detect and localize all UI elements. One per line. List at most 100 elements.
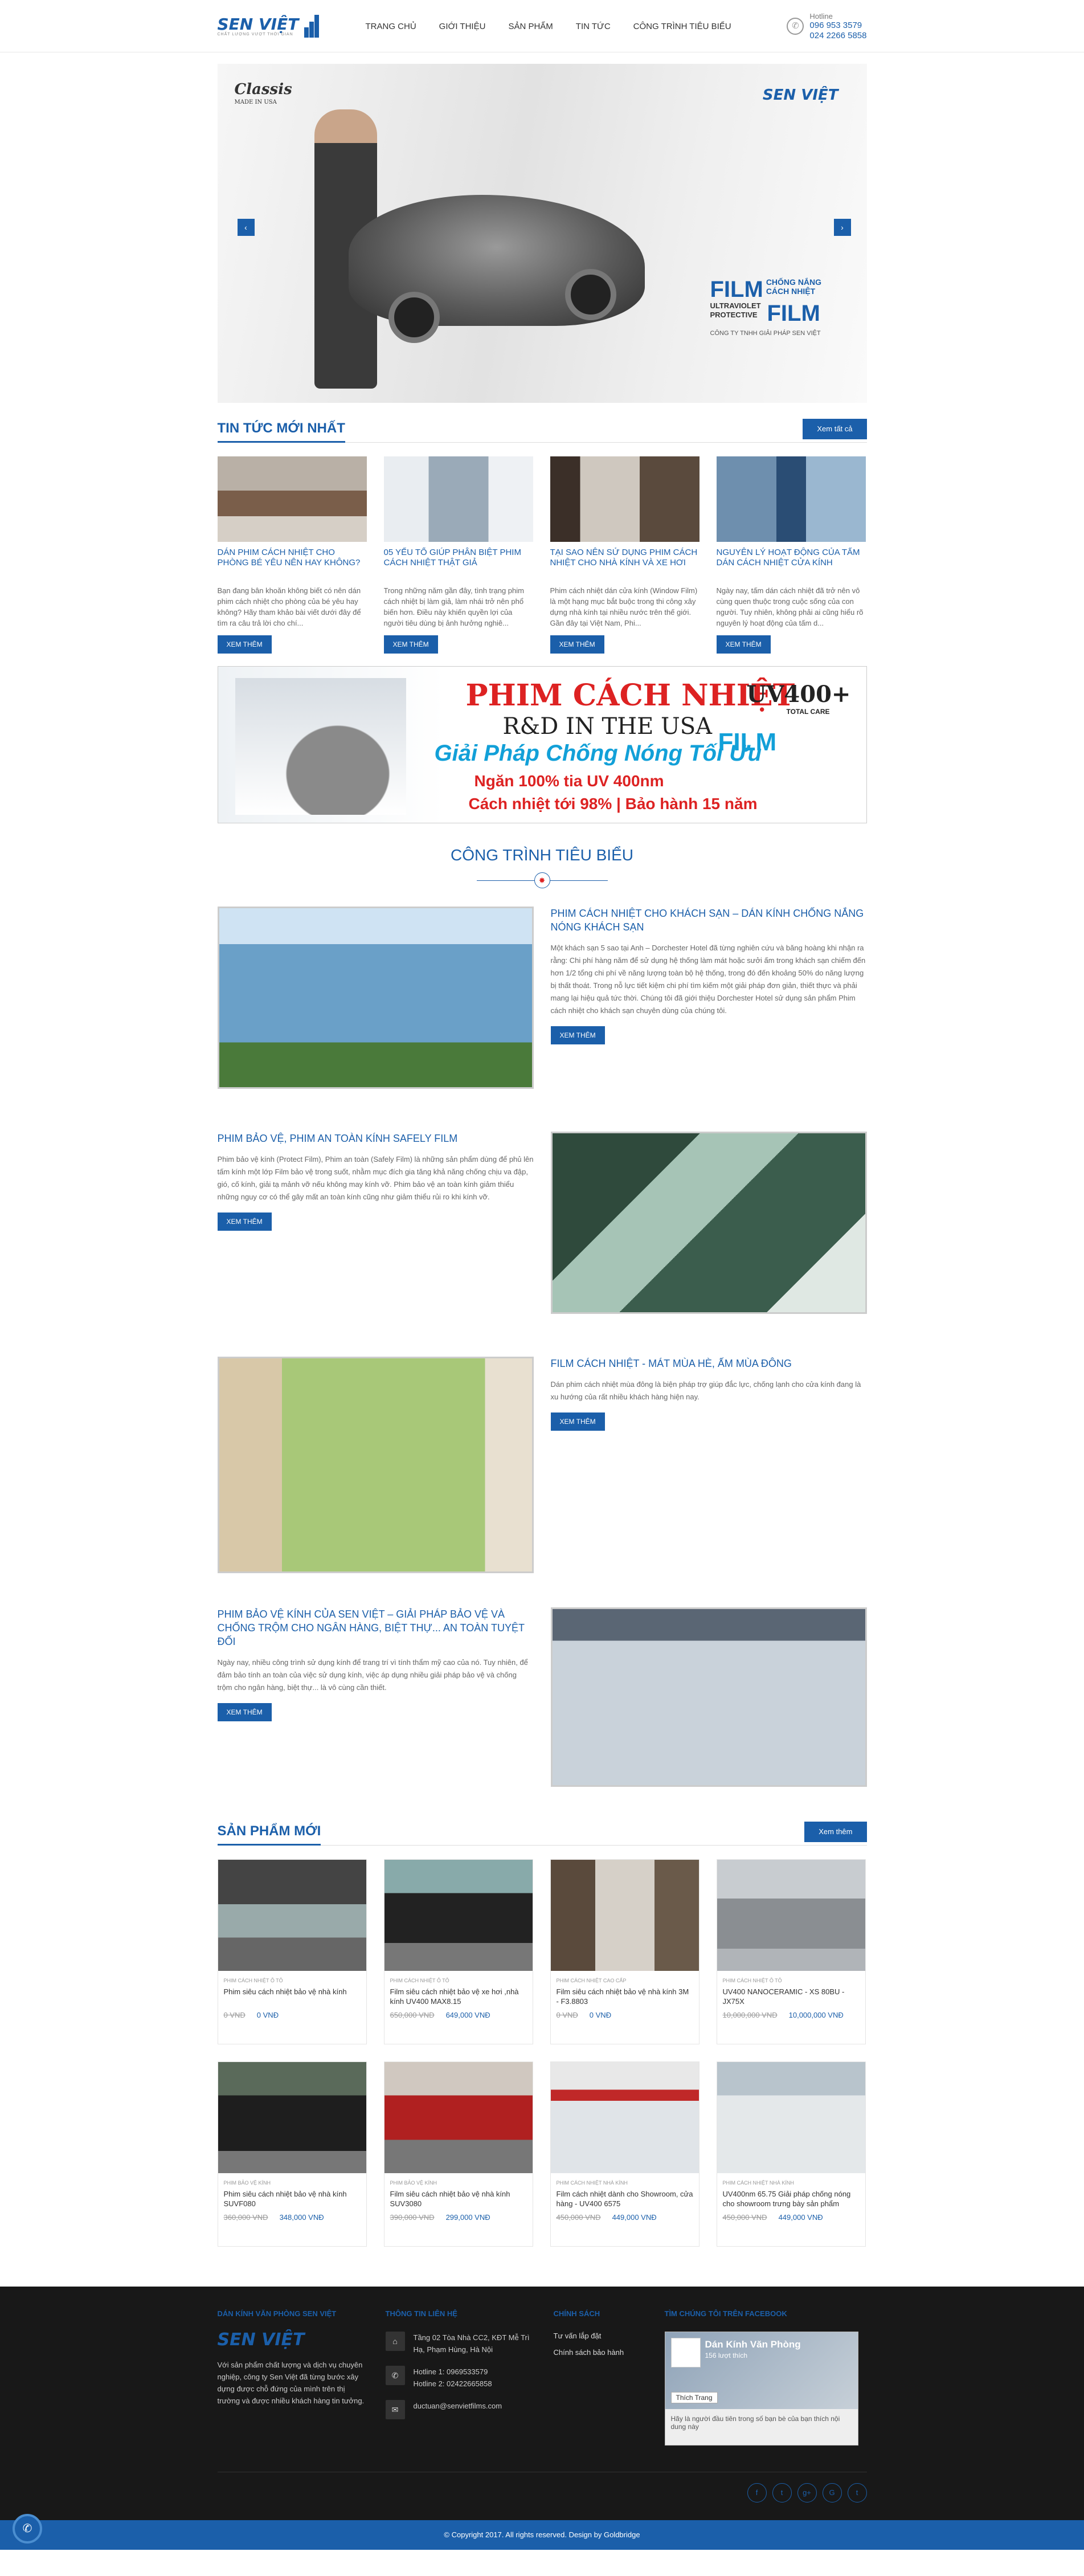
footer-link-warranty[interactable]: Chính sách bảo hành bbox=[554, 2348, 648, 2357]
banner-feature-2: Cách nhiệt tới 98% | Bảo hành 15 năm bbox=[468, 795, 758, 813]
product-price: 649,000 VNĐ bbox=[445, 2011, 490, 2019]
project-item: PHIM CÁCH NHIỆT CHO KHÁCH SẠN – DÁN KÍNH… bbox=[217, 907, 867, 1109]
banner-title: PHIM CÁCH NHIỆT bbox=[465, 678, 795, 713]
product-name[interactable]: Phim siêu cách nhiệt bảo vệ nhà kính bbox=[224, 1987, 361, 2007]
project-image[interactable] bbox=[550, 1607, 867, 1787]
news-thumbnail[interactable] bbox=[217, 456, 367, 542]
hotline-number-2: 024 2266 5858 bbox=[809, 31, 867, 40]
news-title-link[interactable]: DÁN PHIM CÁCH NHIỆT CHO PHÒNG BÉ YÊU NÊN… bbox=[218, 548, 367, 581]
project-read-more-button[interactable]: XEM THÊM bbox=[217, 1703, 272, 1721]
product-card[interactable]: PHIM CÁCH NHIỆT CAO CẤP Film siêu cách n… bbox=[550, 1859, 700, 2044]
logo-mark-icon bbox=[303, 15, 320, 38]
nav-products[interactable]: SẢN PHẨM bbox=[497, 22, 564, 31]
footer-hotline-1[interactable]: Hotline 1: 0969533579 bbox=[414, 2367, 488, 2376]
news-read-more-button[interactable]: XEM THÊM bbox=[550, 635, 604, 654]
product-card[interactable]: PHIM CÁCH NHIỆT Ô TÔ UV400 NANOCERAMIC -… bbox=[716, 1859, 866, 2044]
news-card[interactable]: DÁN PHIM CÁCH NHIỆT CHO PHÒNG BÉ YÊU NÊN… bbox=[217, 456, 367, 654]
news-view-all-button[interactable]: Xem tất cả bbox=[803, 418, 867, 439]
news-thumbnail[interactable] bbox=[383, 456, 533, 542]
project-title[interactable]: PHIM BẢO VỆ KÍNH CỦA SEN VIỆT – GIẢI PHÁ… bbox=[218, 1607, 534, 1648]
nav-home[interactable]: TRANG CHỦ bbox=[354, 22, 428, 31]
twitter-icon[interactable]: t bbox=[772, 2483, 792, 2502]
footer-link-install[interactable]: Tư vấn lắp đặt bbox=[554, 2332, 648, 2340]
project-read-more-button[interactable]: XEM THÊM bbox=[550, 1026, 605, 1044]
product-card[interactable]: PHIM BẢO VỆ KÍNH Film siêu cách nhiệt bả… bbox=[383, 2061, 533, 2247]
product-old-price: 450,000 VNĐ bbox=[722, 2213, 767, 2222]
hotline[interactable]: ✆ Hotline 096 953 3579 024 2266 5858 bbox=[787, 11, 867, 41]
product-old-price: 360,000 VNĐ bbox=[223, 2213, 268, 2222]
news-title-link[interactable]: NGUYÊN LÝ HOẠT ĐỘNG CỦA TẤM DÁN CÁCH NHI… bbox=[717, 548, 866, 581]
product-image[interactable] bbox=[218, 2062, 366, 2173]
project-read-more-button[interactable]: XEM THÊM bbox=[550, 1412, 605, 1431]
product-card[interactable]: PHIM BẢO VỆ KÍNH Phim siêu cách nhiệt bả… bbox=[217, 2061, 367, 2247]
footer-contact-title: THÔNG TIN LIÊN HỆ bbox=[385, 2309, 457, 2318]
product-card[interactable]: PHIM CÁCH NHIỆT Ô TÔ Film siêu cách nhiệ… bbox=[383, 1859, 533, 2044]
main-nav: TRANG CHỦ GIỚI THIỆU SẢN PHẨM TIN TỨC CÔ… bbox=[354, 22, 743, 31]
product-card[interactable]: PHIM CÁCH NHIỆT Ô TÔ Phim siêu cách nhiệ… bbox=[217, 1859, 367, 2044]
news-card[interactable]: NGUYÊN LÝ HOẠT ĐỘNG CỦA TẤM DÁN CÁCH NHI… bbox=[716, 456, 866, 654]
project-item: PHIM BẢO VỆ KÍNH CỦA SEN VIỆT – GIẢI PHÁ… bbox=[217, 1607, 867, 1801]
news-thumbnail[interactable] bbox=[550, 456, 700, 542]
footer-email[interactable]: ductuan@senvietfilms.com bbox=[414, 2400, 502, 2419]
footer-hotline-2[interactable]: Hotline 2: 02422665858 bbox=[414, 2379, 492, 2388]
product-name[interactable]: UV400nm 65.75 Giải pháp chống nóng cho s… bbox=[723, 2189, 860, 2210]
nav-projects[interactable]: CÔNG TRÌNH TIÊU BIỂU bbox=[622, 22, 743, 31]
news-title-link[interactable]: 05 YẾU TỐ GIÚP PHÂN BIỆT PHIM CÁCH NHIỆT… bbox=[384, 548, 533, 581]
facebook-like-button[interactable]: Thích Trang bbox=[670, 2392, 718, 2403]
news-excerpt: Phim cách nhiệt dán cửa kính (Window Fil… bbox=[550, 586, 698, 627]
product-image[interactable] bbox=[218, 1860, 366, 1971]
star-icon: ✸ bbox=[534, 872, 550, 888]
footer-logo[interactable]: SEN VIỆT bbox=[218, 2332, 369, 2349]
product-name[interactable]: Phim siêu cách nhiệt bảo vệ nhà kính SUV… bbox=[224, 2189, 361, 2210]
news-read-more-button[interactable]: XEM THÊM bbox=[217, 635, 272, 654]
product-image[interactable] bbox=[384, 2062, 533, 2173]
product-image[interactable] bbox=[550, 1860, 699, 1971]
product-price: 10,000,000 VNĐ bbox=[788, 2011, 844, 2019]
projects-title: CÔNG TRÌNH TIÊU BIỂU bbox=[450, 846, 633, 864]
product-name[interactable]: UV400 NANOCERAMIC - XS 80BU - JX75X bbox=[723, 1987, 860, 2007]
product-image[interactable] bbox=[384, 1860, 533, 1971]
products-more-button[interactable]: Xem thêm bbox=[804, 1821, 867, 1842]
product-name[interactable]: Film siêu cách nhiệt bảo vệ nhà kính 3M … bbox=[557, 1987, 693, 2007]
project-image[interactable] bbox=[217, 907, 534, 1089]
product-name[interactable]: Film siêu cách nhiệt bảo vệ nhà kính SUV… bbox=[390, 2189, 527, 2210]
facebook-note: Hãy là người đầu tiên trong số bạn bè củ… bbox=[670, 2415, 840, 2431]
product-image[interactable] bbox=[717, 2062, 865, 2173]
project-image[interactable] bbox=[217, 1357, 534, 1573]
facebook-page-avatar bbox=[670, 2338, 701, 2367]
product-old-price: 0 VNĐ bbox=[223, 2011, 246, 2019]
news-read-more-button[interactable]: XEM THÊM bbox=[383, 635, 438, 654]
project-title[interactable]: FILM CÁCH NHIỆT - MÁT MÙA HÈ, ẤM MÙA ĐÔN… bbox=[551, 1357, 867, 1370]
news-read-more-button[interactable]: XEM THÊM bbox=[716, 635, 771, 654]
project-read-more-button[interactable]: XEM THÊM bbox=[217, 1213, 272, 1231]
news-title-link[interactable]: TẠI SAO NÊN SỬ DỤNG PHIM CÁCH NHIỆT CHO … bbox=[550, 548, 700, 581]
nav-news[interactable]: TIN TỨC bbox=[565, 22, 622, 31]
site-footer: DÁN KÍNH VĂN PHÒNG SEN VIỆT SEN VIỆT Với… bbox=[0, 2287, 1084, 2520]
facebook-icon[interactable]: f bbox=[747, 2483, 767, 2502]
project-desc: Phim bảo vệ kính (Protect Film), Phim an… bbox=[217, 1155, 534, 1201]
tumblr-icon[interactable]: t bbox=[847, 2483, 867, 2502]
slider-prev-button[interactable]: ‹ bbox=[237, 219, 255, 236]
news-card[interactable]: 05 YẾU TỐ GIÚP PHÂN BIỆT PHIM CÁCH NHIỆT… bbox=[383, 456, 533, 654]
slider-next-button[interactable]: › bbox=[833, 219, 851, 236]
footer-about-text: Với sản phẩm chất lượng và dịch vụ chuyê… bbox=[217, 2361, 365, 2405]
facebook-page-name[interactable]: Dán Kính Văn Phòng bbox=[705, 2339, 801, 2350]
googleplus-icon[interactable]: g+ bbox=[797, 2483, 817, 2502]
site-logo[interactable]: SEN VIỆT CHẤT LƯỢNG VƯỢT THỜI GIAN bbox=[218, 15, 343, 38]
product-card[interactable]: PHIM CÁCH NHIỆT NHÀ KÍNH UV400nm 65.75 G… bbox=[716, 2061, 866, 2247]
promo-banner[interactable]: PHIM CÁCH NHIỆT R&D IN THE USA Giải Pháp… bbox=[217, 666, 867, 823]
product-image[interactable] bbox=[717, 1860, 865, 1971]
project-title[interactable]: PHIM BẢO VỆ, PHIM AN TOÀN KÍNH SAFELY FI… bbox=[218, 1132, 534, 1145]
news-thumbnail[interactable] bbox=[716, 456, 866, 542]
news-card[interactable]: TẠI SAO NÊN SỬ DỤNG PHIM CÁCH NHIỆT CHO … bbox=[550, 456, 700, 654]
google-icon[interactable]: G bbox=[822, 2483, 842, 2502]
floating-call-button[interactable]: ✆ bbox=[13, 2514, 42, 2544]
facebook-widget[interactable]: Dán Kính Văn Phòng 156 lượt thích Thích … bbox=[664, 2332, 858, 2446]
product-card[interactable]: PHIM CÁCH NHIỆT NHÀ KÍNH Film cách nhiệt… bbox=[550, 2061, 700, 2247]
project-image[interactable] bbox=[550, 1132, 867, 1314]
product-image[interactable] bbox=[550, 2062, 699, 2173]
product-name[interactable]: Film cách nhiệt dành cho Showroom, cửa h… bbox=[557, 2189, 693, 2210]
project-title[interactable]: PHIM CÁCH NHIỆT CHO KHÁCH SẠN – DÁN KÍNH… bbox=[551, 907, 867, 934]
nav-about[interactable]: GIỚI THIỆU bbox=[428, 22, 497, 31]
product-name[interactable]: Film siêu cách nhiệt bảo vệ xe hơi ,nhà … bbox=[390, 1987, 527, 2007]
